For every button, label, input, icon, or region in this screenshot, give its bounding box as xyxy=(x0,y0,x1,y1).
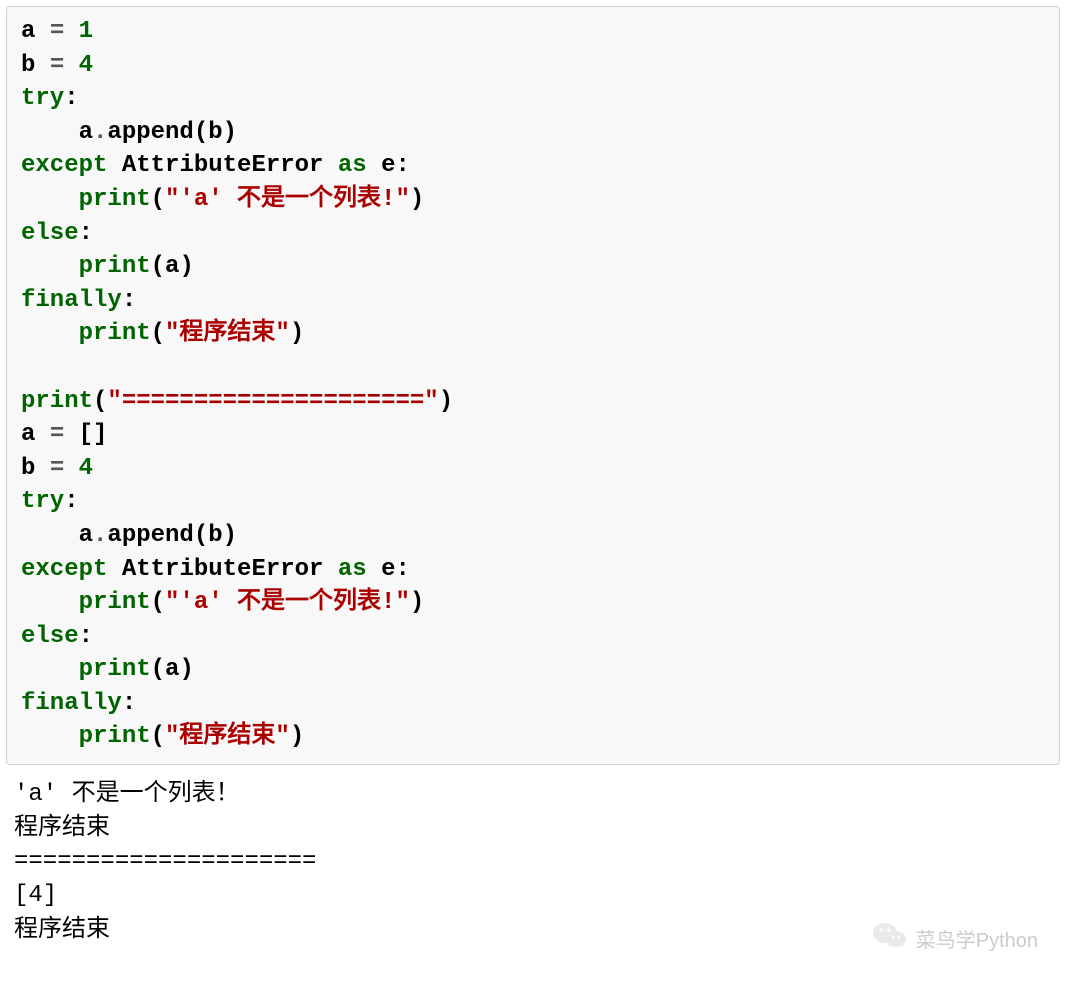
code-token xyxy=(21,656,79,683)
code-token: try xyxy=(21,488,64,515)
code-token: : xyxy=(396,556,410,583)
code-token: print xyxy=(21,388,93,415)
code-token: ( xyxy=(194,119,208,146)
code-token: ) xyxy=(410,589,424,616)
code-token xyxy=(21,723,79,750)
code-token: a xyxy=(21,18,50,45)
code-token: e xyxy=(381,556,395,583)
code-token xyxy=(323,556,337,583)
code-token: ( xyxy=(151,253,165,280)
code-token: : xyxy=(79,623,93,650)
code-token: except xyxy=(21,152,107,179)
code-token: else xyxy=(21,220,79,247)
code-token xyxy=(367,556,381,583)
code-token: ) xyxy=(290,320,304,347)
code-token: : xyxy=(122,287,136,314)
code-token: append xyxy=(107,119,193,146)
code-token: a xyxy=(79,119,93,146)
code-token: ) xyxy=(223,119,237,146)
code-token: ) xyxy=(223,522,237,549)
code-token: ) xyxy=(179,656,193,683)
code-token xyxy=(21,320,79,347)
code-token xyxy=(21,522,79,549)
code-token xyxy=(21,253,79,280)
code-block: a = 1 b = 4 try: a.append(b) except Attr… xyxy=(6,6,1060,765)
code-token: b xyxy=(21,455,50,482)
code-token: ( xyxy=(194,522,208,549)
code-token: = xyxy=(50,52,79,79)
code-token xyxy=(21,119,79,146)
code-token: ( xyxy=(93,388,107,415)
code-token: AttributeError xyxy=(122,152,324,179)
code-token: ) xyxy=(439,388,453,415)
code-token xyxy=(107,152,121,179)
code-token: print xyxy=(79,723,151,750)
code-token: ( xyxy=(151,589,165,616)
code-token: : xyxy=(122,690,136,717)
code-token: a xyxy=(165,656,179,683)
code-token xyxy=(367,152,381,179)
code-token: a xyxy=(165,253,179,280)
code-token: try xyxy=(21,85,64,112)
code-token: 4 xyxy=(79,52,93,79)
code-token: 4 xyxy=(79,455,93,482)
code-token: AttributeError xyxy=(122,556,324,583)
watermark-text: 菜鸟学Python xyxy=(916,924,1038,953)
code-token: "'a' 不是一个列表!" xyxy=(165,589,410,616)
code-token xyxy=(323,152,337,179)
watermark: 菜鸟学Python xyxy=(872,920,1038,956)
code-token: : xyxy=(64,488,78,515)
code-token: print xyxy=(79,589,151,616)
output-line: [4] xyxy=(14,882,57,909)
code-token: 1 xyxy=(79,18,93,45)
code-token: [] xyxy=(79,421,108,448)
code-token: a xyxy=(21,421,50,448)
code-token: = xyxy=(50,455,79,482)
code-token: : xyxy=(396,152,410,179)
code-token: b xyxy=(21,52,50,79)
code-token: print xyxy=(79,186,151,213)
code-token: finally xyxy=(21,287,122,314)
code-token: else xyxy=(21,623,79,650)
code-token: finally xyxy=(21,690,122,717)
code-token: append xyxy=(107,522,193,549)
code-token: . xyxy=(93,522,107,549)
code-token: : xyxy=(79,220,93,247)
wechat-icon xyxy=(872,920,908,956)
code-token xyxy=(21,589,79,616)
code-token xyxy=(107,556,121,583)
code-token: . xyxy=(93,119,107,146)
code-token: print xyxy=(79,656,151,683)
code-token: except xyxy=(21,556,107,583)
code-token: "'a' 不是一个列表!" xyxy=(165,186,410,213)
code-token: ( xyxy=(151,186,165,213)
code-token: "程序结束" xyxy=(165,723,290,750)
code-token: a xyxy=(79,522,93,549)
code-token: as xyxy=(338,556,367,583)
code-token: = xyxy=(50,421,79,448)
code-token: b xyxy=(208,522,222,549)
code-token: as xyxy=(338,152,367,179)
code-token: : xyxy=(64,85,78,112)
output-line: 'a' 不是一个列表！ xyxy=(14,781,240,808)
code-token xyxy=(21,186,79,213)
output-line: 程序结束 xyxy=(14,813,110,840)
code-token: b xyxy=(208,119,222,146)
code-token: = xyxy=(50,18,79,45)
output-line: 程序结束 xyxy=(14,915,110,942)
code-token: print xyxy=(79,320,151,347)
code-token: "程序结束" xyxy=(165,320,290,347)
output-line: ===================== xyxy=(14,848,316,875)
code-token: ( xyxy=(151,723,165,750)
code-token: ) xyxy=(179,253,193,280)
code-token: ) xyxy=(290,723,304,750)
code-token: ( xyxy=(151,320,165,347)
code-token: print xyxy=(79,253,151,280)
code-token: ( xyxy=(151,656,165,683)
code-token: e xyxy=(381,152,395,179)
code-token: ) xyxy=(410,186,424,213)
code-token: "=====================" xyxy=(107,388,438,415)
